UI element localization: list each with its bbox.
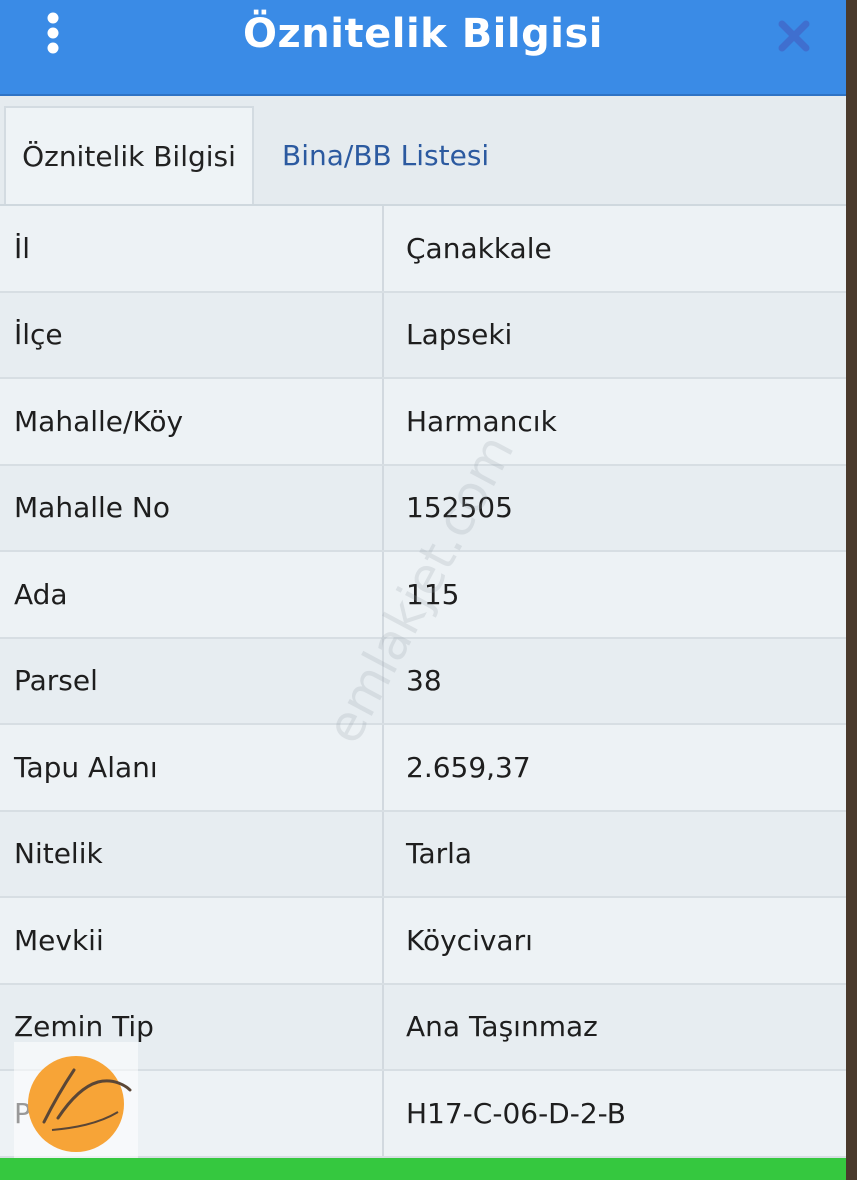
row-value: Tarla (406, 837, 473, 871)
table-row: Zemin Tip Ana Taşınmaz (0, 984, 846, 1071)
attribute-table: İl Çanakkale İlçe Lapseki Mahalle/Köy Ha… (0, 206, 846, 1158)
tab-bar: Öznitelik Bilgisi Bina/BB Listesi (0, 96, 846, 206)
row-label: Mahalle/Köy (0, 379, 384, 464)
attribute-info-panel: Öznitelik Bilgisi Öznitelik Bilgisi Bina… (0, 0, 846, 1180)
tab-attribute-info[interactable]: Öznitelik Bilgisi (4, 106, 254, 204)
row-value: 152505 (406, 491, 513, 525)
row-label: İl (0, 206, 384, 291)
row-value: H17-C-06-D-2-B (406, 1096, 626, 1130)
row-value: Ana Taşınmaz (406, 1010, 598, 1044)
row-value: Lapseki (406, 318, 513, 352)
table-row: Tapu Alanı 2.659,37 (0, 725, 846, 812)
title-bar: Öznitelik Bilgisi (0, 0, 846, 96)
tab-building-list[interactable]: Bina/BB Listesi (282, 106, 489, 204)
table-row: İl Çanakkale (0, 206, 846, 293)
table-row: Mahalle No 152505 (0, 465, 846, 552)
row-label: Mahalle No (0, 465, 384, 550)
row-value: Çanakkale (406, 231, 552, 265)
page-title: Öznitelik Bilgisi (243, 11, 603, 57)
row-value: Köycivarı (406, 923, 533, 957)
table-row: Nitelik Tarla (0, 811, 846, 898)
table-row: Pafta H17-C-06-D-2-B (0, 1071, 846, 1158)
row-label: Parsel (0, 638, 384, 723)
row-label: Tapu Alanı (0, 725, 384, 810)
row-label: Mevkii (0, 898, 384, 983)
bottom-status-bar (0, 1158, 846, 1180)
table-row: Ada 115 (0, 552, 846, 639)
row-label: Zemin Tip (0, 984, 384, 1069)
row-value: 2.659,37 (406, 750, 531, 784)
row-label: Nitelik (0, 811, 384, 896)
row-value: 38 (406, 664, 442, 698)
row-label: İlçe (0, 292, 384, 377)
table-row: İlçe Lapseki (0, 292, 846, 379)
close-icon[interactable] (774, 16, 814, 56)
table-row: Parsel 38 (0, 638, 846, 725)
table-row: Mahalle/Köy Harmancık (0, 379, 846, 466)
table-row: Mevkii Köycivarı (0, 898, 846, 985)
row-label: Pafta (0, 1071, 384, 1156)
row-value: Harmancık (406, 404, 557, 438)
row-label: Ada (0, 552, 384, 637)
row-value: 115 (406, 577, 460, 611)
